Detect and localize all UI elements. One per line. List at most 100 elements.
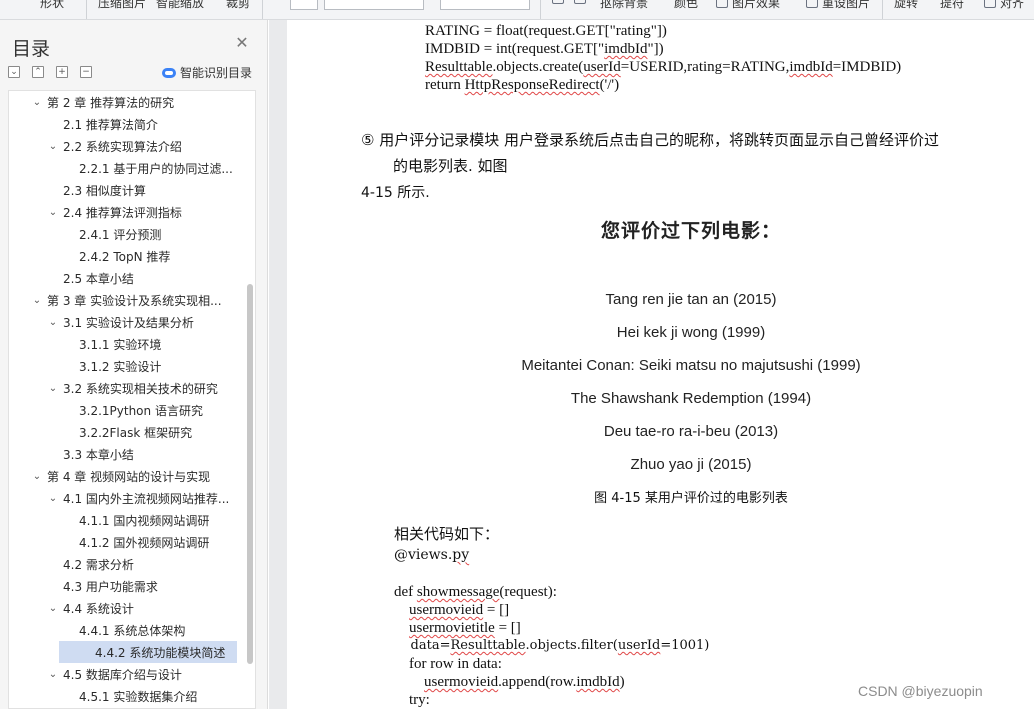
toolbar-crop-button[interactable]: 裁剪 xyxy=(226,0,250,11)
toc-sidebar: 目录 ✕ ⌄ ⌃ + − 智能识别目录 ⌄ 第 2 章 推荐算法的研究 2.1 推荐… xyxy=(0,20,268,709)
toolbar-separator xyxy=(540,0,541,19)
toc-scrollbar[interactable] xyxy=(247,284,253,664)
toc-item[interactable]: 4.5.1 实验数据集介绍 xyxy=(9,685,235,707)
code-line: Resulttable.objects.create(userId=USERID… xyxy=(425,59,902,75)
toc-item-label: 3.1.1 实验环境 xyxy=(79,337,162,352)
toc-item-label: 4.2 需求分析 xyxy=(63,557,134,572)
toc-item[interactable]: ⌄ 3.2 系统实现相关技术的研究 xyxy=(9,377,235,399)
csdn-watermark: CSDN @biyezuopin xyxy=(858,683,983,699)
smart-toc-label: 智能识别目录 xyxy=(180,66,253,80)
toolbar-rotate-button[interactable]: 旋转 xyxy=(894,0,918,11)
chevron-down-icon[interactable]: ⌄ xyxy=(31,471,43,482)
chevron-down-icon[interactable]: ⌄ xyxy=(47,207,59,218)
toc-item-label: 3.1.2 实验设计 xyxy=(79,359,162,374)
document-page[interactable]: RATING = float(request.GET["rating"]) IM… xyxy=(287,20,1034,709)
toc-item[interactable]: ⌄ 4.5 数据库介绍与设计 xyxy=(9,663,235,685)
toc-item[interactable]: 3.2.1Python 语言研究 xyxy=(9,399,235,421)
toc-item-label: 2.4.1 评分预测 xyxy=(79,227,162,242)
toolbar-brightness-icon[interactable] xyxy=(574,0,586,4)
code-line: usermovietitle = [] xyxy=(409,620,521,636)
ribbon-toolbar: 形状 压缩图片 智能缩放 裁剪 抠除背景 颜色 图片效果 重设图片 旋转 提符 … xyxy=(0,0,1034,20)
toc-item-label: 2.2.1 基于用户的协同过滤... xyxy=(79,161,233,176)
chevron-down-icon[interactable]: ⌄ xyxy=(47,317,59,328)
document-area: RATING = float(request.GET["rating"]) IM… xyxy=(269,20,1034,709)
toc-item-label: 4.4 系统设计 xyxy=(63,601,134,616)
toc-item[interactable]: ⌄ 2.2 系统实现算法介绍 xyxy=(9,135,235,157)
toc-item[interactable]: 4.4.1 系统总体架构 xyxy=(9,619,235,641)
movie-list-item: Meitantei Conan: Seiki matsu no majutsus… xyxy=(521,357,861,374)
toc-item[interactable]: 2.3 相似度计算 xyxy=(9,179,235,201)
toolbar-align-button[interactable]: 对齐 xyxy=(984,0,1024,11)
toc-item[interactable]: 2.4.1 评分预测 xyxy=(9,223,235,245)
toc-item-label: 4.1.2 国外视频网站调研 xyxy=(79,535,210,550)
code-line: return HttpResponseRedirect('/') xyxy=(425,77,620,93)
toc-item[interactable]: 3.1.1 实验环境 xyxy=(9,333,235,355)
add-item-icon[interactable]: + xyxy=(56,66,68,78)
toolbar-remove-background-button[interactable]: 抠除背景 xyxy=(600,0,648,11)
toc-item-label: 4.4.2 系统功能模块简述 xyxy=(95,645,226,660)
chevron-down-icon[interactable]: ⌄ xyxy=(47,141,59,152)
toolbar-reset-image-button[interactable]: 重设图片 xyxy=(806,0,870,11)
toc-item-label: 2.4 推荐算法评测指标 xyxy=(63,205,182,220)
toolbar-bring-forward-button[interactable]: 提符 xyxy=(940,0,964,11)
toc-item-label: 3.1 实验设计及结果分析 xyxy=(63,315,194,330)
toc-item-label: 2.5 本章小结 xyxy=(63,271,134,286)
chevron-down-icon[interactable]: ⌄ xyxy=(47,603,59,614)
movie-list-item: Zhuo yao ji (2015) xyxy=(630,456,752,473)
toc-item[interactable]: 4.3 用户功能需求 xyxy=(9,575,235,597)
cloud-icon xyxy=(162,67,176,78)
toc-item-label: 2.3 相似度计算 xyxy=(63,183,146,198)
chevron-down-icon[interactable]: ⌄ xyxy=(31,97,43,108)
toc-item[interactable]: ⌄ 4.1 国内外主流视频网站推荐... xyxy=(9,487,235,509)
collapse-all-icon[interactable]: ⌄ xyxy=(8,66,20,78)
toc-item-label: 3.2.2Flask 框架研究 xyxy=(79,425,193,440)
expand-level-icon[interactable]: ⌃ xyxy=(32,66,44,78)
toc-item[interactable]: 3.1.2 实验设计 xyxy=(9,355,235,377)
remove-item-icon[interactable]: − xyxy=(80,66,92,78)
chevron-down-icon[interactable]: ⌄ xyxy=(47,493,59,504)
toolbar-align-select[interactable] xyxy=(440,0,530,10)
toolbar-image-effect-button[interactable]: 图片效果 xyxy=(716,0,780,11)
toc-item[interactable]: ⌄ 第 2 章 推荐算法的研究 xyxy=(9,91,235,113)
toc-item[interactable]: 4.1.2 国外视频网站调研 xyxy=(9,531,235,553)
chevron-down-icon[interactable]: ⌄ xyxy=(47,669,59,680)
toc-item[interactable]: 2.5 本章小结 xyxy=(9,267,235,289)
toc-item[interactable]: 2.2.1 基于用户的协同过滤... xyxy=(9,157,235,179)
toolbar-separator xyxy=(262,0,263,19)
toc-item[interactable]: ⌄ 3.1 实验设计及结果分析 xyxy=(9,311,235,333)
close-icon[interactable]: ✕ xyxy=(235,35,249,51)
code-line: usermovieid = [] xyxy=(409,602,510,618)
toc-item[interactable]: 3.2.2Flask 框架研究 xyxy=(9,421,235,443)
code-line: IMDBID = int(request.GET["imdbId"]) xyxy=(425,41,664,57)
code-line: data=Resulttable.objects.filter(userId=1… xyxy=(394,638,710,653)
code-line: try: xyxy=(394,692,430,708)
toc-item-label: 4.1.1 国内视频网站调研 xyxy=(79,513,210,528)
toc-item-label: 2.4.2 TopN 推荐 xyxy=(79,249,171,264)
chevron-down-icon[interactable]: ⌄ xyxy=(47,383,59,394)
toolbar-separator xyxy=(86,0,87,19)
toc-item[interactable]: 2.4.2 TopN 推荐 xyxy=(9,245,235,267)
toc-item[interactable]: ⌄ 第 3 章 实验设计及系统实现相... xyxy=(9,289,235,311)
chevron-down-icon[interactable]: ⌄ xyxy=(31,295,43,306)
toolbar-shape-button[interactable]: 形状 xyxy=(40,0,64,11)
toc-item[interactable]: 2.1 推荐算法简介 xyxy=(9,113,235,135)
toolbar-smart-scale-button[interactable]: 智能缩放 xyxy=(156,0,204,11)
toolbar-width-input[interactable] xyxy=(290,0,318,10)
toolbar-settings-icon[interactable] xyxy=(552,0,564,4)
toc-item[interactable]: 4.1.1 国内视频网站调研 xyxy=(9,509,235,531)
toolbar-color-button[interactable]: 颜色 xyxy=(674,0,698,11)
toc-item[interactable]: 4.2 需求分析 xyxy=(9,553,235,575)
smart-toc-button[interactable]: 智能识别目录 xyxy=(162,64,252,81)
toc-item[interactable]: 4.4.2 系统功能模块简述 xyxy=(59,641,237,663)
toolbar-separator xyxy=(882,0,883,19)
movie-list-item: Hei kek ji wong (1999) xyxy=(616,324,766,341)
toc-item[interactable]: ⌄ 4.4 系统设计 xyxy=(9,597,235,619)
toc-item[interactable]: 3.3 本章小结 xyxy=(9,443,235,465)
toc-item[interactable]: ⌄ 第 4 章 视频网站的设计与实现 xyxy=(9,465,235,487)
toc-item[interactable]: ⌄ 2.4 推荐算法评测指标 xyxy=(9,201,235,223)
figure-title: 您评价过下列电影： xyxy=(600,220,781,242)
toolbar-compress-image-button[interactable]: 压缩图片 xyxy=(98,0,146,11)
paragraph-line: ⑤ 用户评分记录模块 用户登录系统后点击自己的昵称，将跳转页面显示自己曾经评价过 xyxy=(361,131,939,149)
toolbar-height-input[interactable] xyxy=(324,0,424,10)
toc-item-label: 4.4.1 系统总体架构 xyxy=(79,623,186,638)
